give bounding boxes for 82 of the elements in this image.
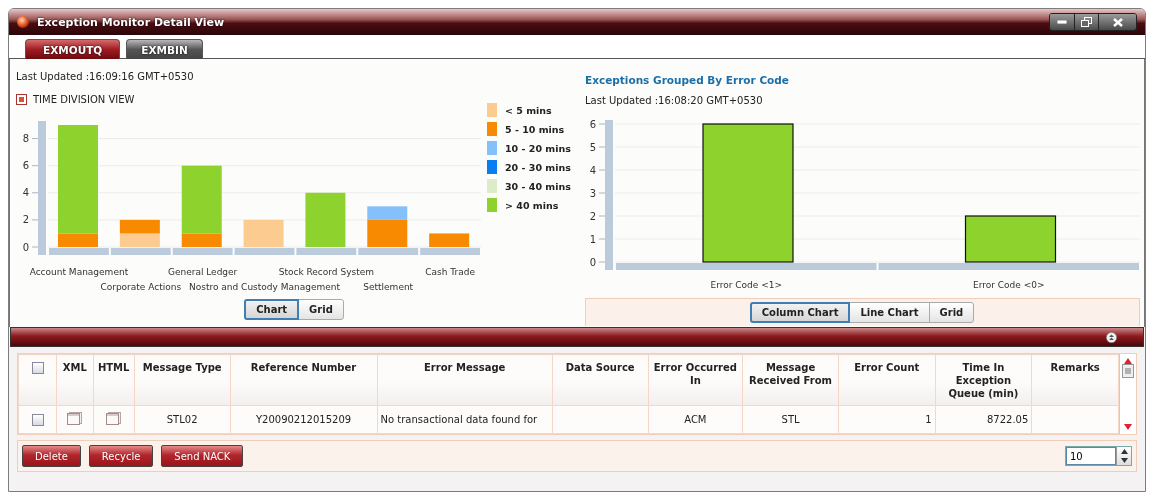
- document-icon[interactable]: [67, 412, 83, 425]
- checkbox[interactable]: [16, 94, 27, 105]
- tick-label: 1: [589, 233, 596, 245]
- table-cell: No transactional data found for: [380, 414, 538, 425]
- row-checkbox[interactable]: [31, 413, 44, 426]
- column-header: Error Occurred In: [653, 362, 737, 386]
- category-label: Cash Trade: [425, 267, 475, 277]
- tick-label: 2: [22, 214, 29, 226]
- close-icon: [1112, 17, 1123, 27]
- table-cell: STL02: [166, 414, 198, 425]
- checkbox-label: TIME DIVISION VIEW: [33, 94, 135, 105]
- view-toggle-button[interactable]: Line Chart: [849, 302, 930, 323]
- chart-title: Exceptions Grouped By Error Code: [585, 74, 790, 86]
- view-toggle-button[interactable]: Chart: [244, 299, 300, 320]
- legend-label: 5 - 10 mins: [505, 123, 565, 135]
- legend-label: 30 - 40 mins: [505, 180, 571, 192]
- close-button[interactable]: [1098, 14, 1136, 30]
- column-header: Time In Exception Queue (min): [948, 362, 1019, 399]
- tab[interactable]: EXMOUTQ: [25, 39, 121, 59]
- legend-label: < 5 mins: [505, 104, 552, 116]
- scrollbar[interactable]: [1119, 354, 1136, 434]
- category-label: Stock Record System: [278, 267, 374, 277]
- table-cell: STL: [781, 414, 800, 425]
- spinner-arrows-icon[interactable]: [1116, 447, 1131, 465]
- tick-label: 2: [589, 210, 596, 222]
- tick-label: 8: [22, 133, 29, 145]
- tick-label: 6: [589, 118, 596, 130]
- category-label: Settlement: [363, 282, 414, 292]
- category-label: Error Code <0>: [973, 280, 1045, 290]
- bar: [243, 219, 284, 247]
- document-icon[interactable]: [106, 412, 122, 425]
- column-header: Remarks: [1050, 362, 1100, 373]
- tick-label: 4: [22, 187, 29, 199]
- last-updated-label: Last Updated :16:08:20 GMT+0530: [585, 95, 764, 106]
- minimize-button[interactable]: [1050, 14, 1074, 30]
- column-header: Error Count: [854, 362, 920, 373]
- minimize-icon: [1057, 20, 1067, 24]
- view-toggle-button[interactable]: Column Chart: [749, 302, 851, 323]
- view-toggle-button[interactable]: Grid: [928, 302, 975, 323]
- column-header: Message Received From: [749, 362, 833, 386]
- category-label: General Ledger: [167, 267, 238, 277]
- bar: [305, 192, 346, 247]
- column-header: Data Source: [565, 362, 635, 373]
- tick-label: 5: [589, 141, 596, 153]
- table-cell: Y20090212015209: [255, 414, 352, 425]
- collapse-icon[interactable]: [1106, 331, 1117, 343]
- bar: [119, 233, 160, 247]
- table-cell: 8722.05: [986, 414, 1029, 425]
- category-label: Corporate Actions: [100, 282, 182, 292]
- tick-label: 0: [589, 256, 596, 268]
- tick-label: 3: [589, 187, 596, 199]
- category-label: Error Code <1>: [710, 280, 782, 290]
- action-button[interactable]: Delete: [22, 445, 81, 467]
- column-header: Reference Number: [250, 362, 357, 373]
- restore-button[interactable]: [1074, 14, 1098, 30]
- column-header: Message Type: [142, 362, 222, 373]
- column-header: Error Message: [424, 362, 506, 373]
- column-header: HTML: [97, 362, 130, 373]
- legend-label: 20 - 30 mins: [505, 161, 571, 173]
- legend-label: > 40 mins: [505, 199, 559, 211]
- scroll-down-icon[interactable]: [1124, 424, 1132, 430]
- tick-label: 4: [589, 164, 596, 176]
- table-cell: ACM: [684, 414, 707, 425]
- legend-label: 10 - 20 mins: [505, 142, 571, 154]
- tab[interactable]: EXMBIN: [126, 39, 203, 59]
- category-label: Nostro and Custody Management: [189, 282, 340, 292]
- last-updated-label: Last Updated :16:09:16 GMT+0530: [16, 71, 195, 82]
- window-title: Exception Monitor Detail View: [37, 15, 226, 29]
- select-all-checkbox[interactable]: [31, 362, 44, 374]
- restore-icon: [1081, 17, 1092, 27]
- action-button[interactable]: Recycle: [88, 445, 154, 467]
- category-label: Account Management: [29, 267, 129, 277]
- column-header: XML: [62, 362, 87, 373]
- action-button[interactable]: Send NACK: [161, 445, 244, 467]
- scroll-thumb[interactable]: [1122, 364, 1134, 378]
- table-cell: 1: [925, 414, 932, 425]
- bar: [429, 233, 470, 247]
- tick-label: 6: [22, 160, 29, 172]
- orb-icon: [17, 16, 29, 28]
- page-size-field[interactable]: 10: [1066, 447, 1116, 465]
- tick-label: 0: [22, 241, 29, 253]
- view-toggle-button[interactable]: Grid: [298, 299, 344, 320]
